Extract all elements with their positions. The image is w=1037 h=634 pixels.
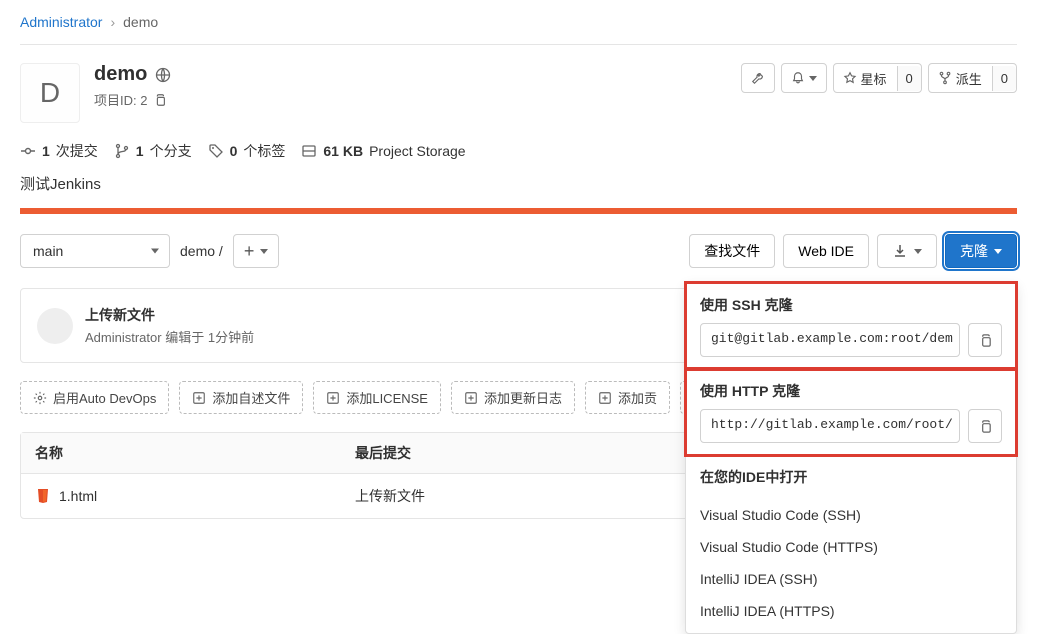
plus-square-icon: [326, 391, 340, 405]
clone-ssh-section: 使用 SSH 克隆 git@gitlab.example.com:root/de…: [686, 283, 1016, 369]
project-name: demo: [94, 63, 147, 86]
commit-author: Administrator: [85, 330, 162, 345]
plus-square-icon: [192, 391, 206, 405]
storage-number: 61 KB: [323, 143, 363, 159]
table-header-name: 名称: [35, 443, 355, 463]
breadcrumb-parent[interactable]: Administrator: [20, 14, 102, 30]
gear-icon: [33, 391, 47, 405]
fork-button[interactable]: 派生 0: [928, 63, 1017, 93]
stat-tags[interactable]: 0 个标签: [208, 141, 286, 161]
project-id-label: 项目ID: 2: [94, 90, 147, 109]
divider: [20, 44, 1017, 45]
chip-license[interactable]: 添加LICENSE: [313, 381, 441, 414]
warning-bar: [20, 208, 1017, 214]
chevron-down-icon: [809, 76, 817, 81]
tag-icon: [208, 143, 224, 159]
branch-name: main: [33, 243, 63, 259]
project-header: D demo 项目ID: 2 星标 0 派生 0: [20, 63, 1017, 123]
star-label: 星标: [861, 69, 887, 88]
chip-label: 添加自述文件: [212, 388, 290, 407]
commits-label: 次提交: [56, 141, 98, 161]
commit-editor-word: 编辑于: [165, 330, 204, 345]
ide-intellij-ssh[interactable]: IntelliJ IDEA (SSH): [686, 563, 1016, 595]
plus-square-icon: [598, 391, 612, 405]
clone-button[interactable]: 克隆: [945, 234, 1017, 268]
clone-ssh-input[interactable]: git@gitlab.example.com:root/dem: [700, 323, 960, 357]
copy-icon: [978, 333, 993, 348]
plus-icon: +: [244, 241, 255, 262]
download-icon: [892, 243, 908, 259]
commits-number: 1: [42, 143, 50, 159]
breadcrumb: Administrator › demo: [20, 0, 1017, 44]
storage-label: Project Storage: [369, 143, 466, 159]
chip-autodevops[interactable]: 启用Auto DevOps: [20, 381, 169, 414]
copy-icon[interactable]: [153, 93, 167, 107]
fork-label: 派生: [956, 69, 982, 88]
web-ide-button[interactable]: Web IDE: [783, 234, 869, 268]
commit-subtitle: Administrator 编辑于 1分钟前: [85, 327, 254, 346]
plus-square-icon: [464, 391, 478, 405]
ide-vscode-https[interactable]: Visual Studio Code (HTTPS): [686, 531, 1016, 563]
branches-number: 1: [136, 143, 144, 159]
commit-icon: [20, 143, 36, 159]
chip-readme[interactable]: 添加自述文件: [179, 381, 303, 414]
star-count: 0: [897, 66, 921, 91]
download-button[interactable]: [877, 234, 937, 268]
fork-count: 0: [992, 66, 1016, 91]
fork-icon: [938, 71, 952, 85]
bell-icon: [791, 71, 805, 85]
html-file-icon: [35, 488, 51, 504]
chip-label: 启用Auto DevOps: [53, 388, 156, 407]
chip-label: 添加贡: [618, 388, 657, 407]
copy-http-button[interactable]: [968, 409, 1002, 443]
chevron-down-icon: [260, 249, 268, 254]
breadcrumb-current: demo: [123, 14, 158, 30]
clone-label: 克隆: [960, 241, 988, 261]
branch-icon: [114, 143, 130, 159]
repo-path: demo /: [180, 243, 223, 259]
breadcrumb-separator: ›: [110, 14, 115, 30]
clone-http-label: 使用 HTTP 克隆: [700, 381, 1002, 401]
star-icon: [843, 71, 857, 85]
star-button[interactable]: 星标 0: [833, 63, 922, 93]
project-description: 测试Jenkins: [20, 173, 1017, 208]
commit-time: 1分钟前: [208, 330, 254, 345]
ide-open-label: 在您的IDE中打开: [700, 467, 1002, 487]
stat-commits[interactable]: 1 次提交: [20, 141, 98, 161]
avatar: [37, 308, 73, 344]
ide-intellij-https[interactable]: IntelliJ IDEA (HTTPS): [686, 595, 1016, 627]
chip-label: 添加更新日志: [484, 388, 562, 407]
chip-contributing[interactable]: 添加贡: [585, 381, 670, 414]
find-file-button[interactable]: 查找文件: [689, 234, 775, 268]
tags-label: 个标签: [243, 141, 285, 161]
wrench-icon: [751, 71, 765, 85]
repo-toolbar: main demo / + 查找文件 Web IDE 克隆 使用 SSH 克隆 …: [20, 234, 1017, 268]
stat-branches[interactable]: 1 个分支: [114, 141, 192, 161]
file-name: 1.html: [59, 488, 97, 504]
chip-changelog[interactable]: 添加更新日志: [451, 381, 575, 414]
chip-label: 添加LICENSE: [346, 388, 428, 407]
chevron-down-icon: [994, 249, 1002, 254]
add-button[interactable]: +: [233, 234, 280, 268]
clone-http-input[interactable]: http://gitlab.example.com/root/: [700, 409, 960, 443]
branches-label: 个分支: [150, 141, 192, 161]
copy-icon: [978, 419, 993, 434]
project-stats: 1 次提交 1 个分支 0 个标签 61 KB Project Storage: [20, 123, 1017, 173]
storage-icon: [301, 143, 317, 159]
commit-title[interactable]: 上传新文件: [85, 305, 254, 325]
ide-vscode-ssh[interactable]: Visual Studio Code (SSH): [686, 499, 1016, 531]
clone-ssh-label: 使用 SSH 克隆: [700, 295, 1002, 315]
tags-number: 0: [230, 143, 238, 159]
chevron-down-icon: [914, 249, 922, 254]
admin-button[interactable]: [741, 63, 775, 93]
clone-dropdown: 使用 SSH 克隆 git@gitlab.example.com:root/de…: [685, 282, 1017, 634]
project-actions: 星标 0 派生 0: [741, 63, 1018, 93]
globe-icon: [155, 67, 171, 83]
branch-select[interactable]: main: [20, 234, 170, 268]
copy-ssh-button[interactable]: [968, 323, 1002, 357]
clone-http-section: 使用 HTTP 克隆 http://gitlab.example.com/roo…: [686, 369, 1016, 455]
project-avatar: D: [20, 63, 80, 123]
notifications-button[interactable]: [781, 63, 827, 93]
stat-storage[interactable]: 61 KB Project Storage: [301, 143, 465, 159]
